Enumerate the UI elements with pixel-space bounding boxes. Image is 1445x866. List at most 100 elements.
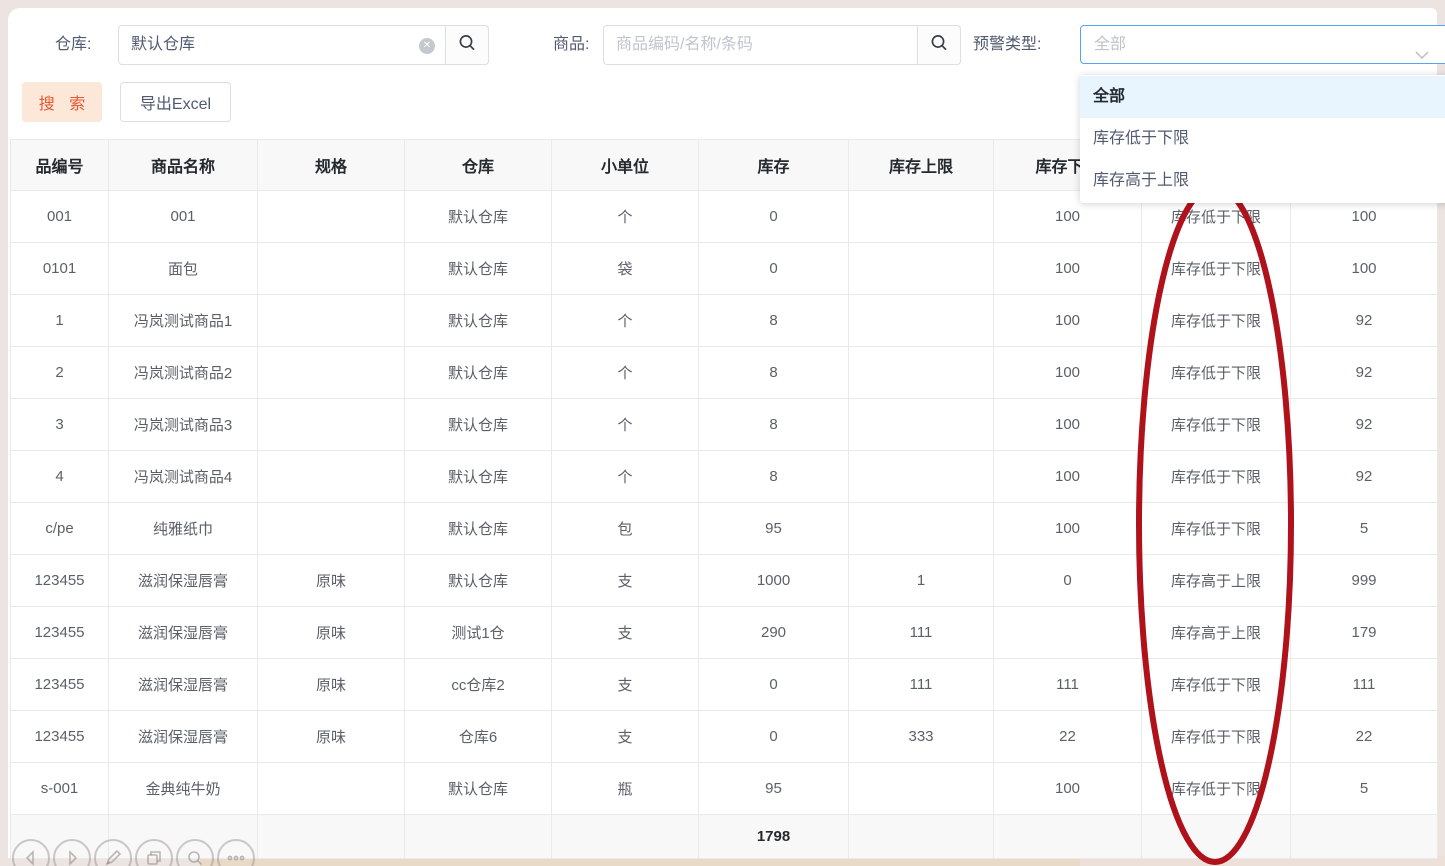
table-cell: 123455 — [11, 711, 109, 763]
column-header: 规格 — [258, 140, 405, 191]
product-input[interactable]: 商品编码/名称/条码 — [603, 25, 918, 65]
table-row: c/pe纯雅纸巾默认仓库包95100库存低于下限5 — [11, 503, 1438, 555]
table-cell — [258, 347, 405, 399]
dropdown-option[interactable]: 库存高于上限 — [1080, 160, 1445, 202]
dropdown-option[interactable]: 库存低于下限 — [1080, 118, 1445, 160]
table-cell: 2 — [11, 347, 109, 399]
table-cell — [258, 295, 405, 347]
table-cell: 0 — [994, 555, 1142, 607]
table-cell — [258, 451, 405, 503]
table-cell: 瓶 — [552, 763, 699, 815]
product-search-button[interactable] — [918, 25, 961, 65]
table-footer-cell — [849, 815, 994, 859]
table-cell — [258, 763, 405, 815]
table-cell: 库存低于下限 — [1142, 399, 1291, 451]
table-cell: 0 — [699, 243, 849, 295]
table-cell: 100 — [994, 347, 1142, 399]
table-cell — [849, 503, 994, 555]
table-cell: 111 — [849, 659, 994, 711]
product-input-placeholder: 商品编码/名称/条码 — [616, 36, 753, 53]
windows-icon[interactable] — [135, 839, 173, 866]
table-cell: 95 — [699, 503, 849, 555]
table-cell: 默认仓库 — [405, 399, 552, 451]
table-footer-cell — [552, 815, 699, 859]
table-cell: 库存低于下限 — [1142, 503, 1291, 555]
alert-type-select[interactable]: 全部 — [1080, 25, 1445, 64]
table-cell: 个 — [552, 347, 699, 399]
close-circle-icon[interactable]: ✕ — [419, 38, 435, 54]
table-cell: 22 — [994, 711, 1142, 763]
table-cell: 1000 — [699, 555, 849, 607]
table-cell: 0 — [699, 191, 849, 243]
magnifier-icon[interactable] — [176, 839, 214, 866]
table-cell — [258, 503, 405, 555]
table-cell: 123455 — [11, 555, 109, 607]
table-cell: 个 — [552, 191, 699, 243]
table-cell: 290 — [699, 607, 849, 659]
table-cell: 100 — [994, 243, 1142, 295]
table-cell: 库存低于下限 — [1142, 711, 1291, 763]
pencil-icon[interactable] — [94, 839, 132, 866]
table-row: 123455滋润保湿唇膏原味cc仓库2支0111111库存低于下限111 — [11, 659, 1438, 711]
table-cell: 999 — [1291, 555, 1438, 607]
table-cell: 默认仓库 — [405, 347, 552, 399]
table-cell: 冯岚测试商品3 — [109, 399, 258, 451]
alert-type-select-value: 全部 — [1094, 36, 1126, 53]
nav-forward-icon[interactable] — [53, 839, 91, 866]
table-cell: 100 — [1291, 243, 1438, 295]
table-cell: 冯岚测试商品4 — [109, 451, 258, 503]
table-cell: 默认仓库 — [405, 191, 552, 243]
table-footer-cell — [1291, 815, 1438, 859]
table-cell: 个 — [552, 399, 699, 451]
table-cell: 8 — [699, 399, 849, 451]
table-cell: 个 — [552, 451, 699, 503]
table-cell: 123455 — [11, 659, 109, 711]
table-cell: 原味 — [258, 555, 405, 607]
table-row: 123455滋润保湿唇膏原味测试1仓支290111库存高于上限179 — [11, 607, 1438, 659]
table-cell: 测试1仓 — [405, 607, 552, 659]
table-cell: cc仓库2 — [405, 659, 552, 711]
table-cell: 默认仓库 — [405, 295, 552, 347]
warehouse-search-button[interactable] — [446, 25, 489, 65]
column-header: 商品名称 — [109, 140, 258, 191]
table-cell: 库存高于上限 — [1142, 607, 1291, 659]
search-button[interactable]: 搜 索 — [22, 82, 102, 122]
inventory-alert-table: 品编号商品名称规格仓库小单位库存库存上限库存下限 001001默认仓库个0100… — [10, 139, 1437, 859]
main-panel: 仓库: 默认仓库 ✕ 商品: 商品编码/名称/条码 预警类型: 全部 全部 — [8, 8, 1437, 858]
table-cell: 0 — [699, 711, 849, 763]
table-cell: s-001 — [11, 763, 109, 815]
table-cell: 库存低于下限 — [1142, 451, 1291, 503]
table-cell: 3 — [11, 399, 109, 451]
table-cell: 100 — [994, 763, 1142, 815]
table-cell — [849, 243, 994, 295]
table-cell: 金典纯牛奶 — [109, 763, 258, 815]
dropdown-option[interactable]: 全部 — [1080, 76, 1445, 118]
table-cell: 100 — [994, 399, 1142, 451]
table-cell: 支 — [552, 659, 699, 711]
table-footer-cell — [994, 815, 1142, 859]
table-cell: 默认仓库 — [405, 555, 552, 607]
warehouse-input[interactable]: 默认仓库 ✕ — [118, 25, 446, 65]
table-cell: 默认仓库 — [405, 451, 552, 503]
table-cell: 默认仓库 — [405, 503, 552, 555]
export-excel-button[interactable]: 导出Excel — [120, 82, 231, 122]
table-cell: 100 — [994, 295, 1142, 347]
nav-back-icon[interactable] — [12, 839, 50, 866]
more-icon[interactable] — [217, 839, 255, 866]
table-cell: 滋润保湿唇膏 — [109, 555, 258, 607]
table-cell: 库存低于下限 — [1142, 295, 1291, 347]
table-cell: 92 — [1291, 399, 1438, 451]
table-cell: 92 — [1291, 451, 1438, 503]
table-cell: 包 — [552, 503, 699, 555]
table-cell: 100 — [994, 451, 1142, 503]
table-cell: 仓库6 — [405, 711, 552, 763]
table-footer-cell — [405, 815, 552, 859]
alert-type-dropdown: 全部库存低于下限库存高于上限 — [1080, 75, 1445, 203]
table-cell: 纯雅纸巾 — [109, 503, 258, 555]
table-cell: 支 — [552, 711, 699, 763]
table-cell: 滋润保湿唇膏 — [109, 711, 258, 763]
table-cell: 333 — [849, 711, 994, 763]
table-cell: 库存低于下限 — [1142, 763, 1291, 815]
table-row: s-001金典纯牛奶默认仓库瓶95100库存低于下限5 — [11, 763, 1438, 815]
table-cell: 22 — [1291, 711, 1438, 763]
